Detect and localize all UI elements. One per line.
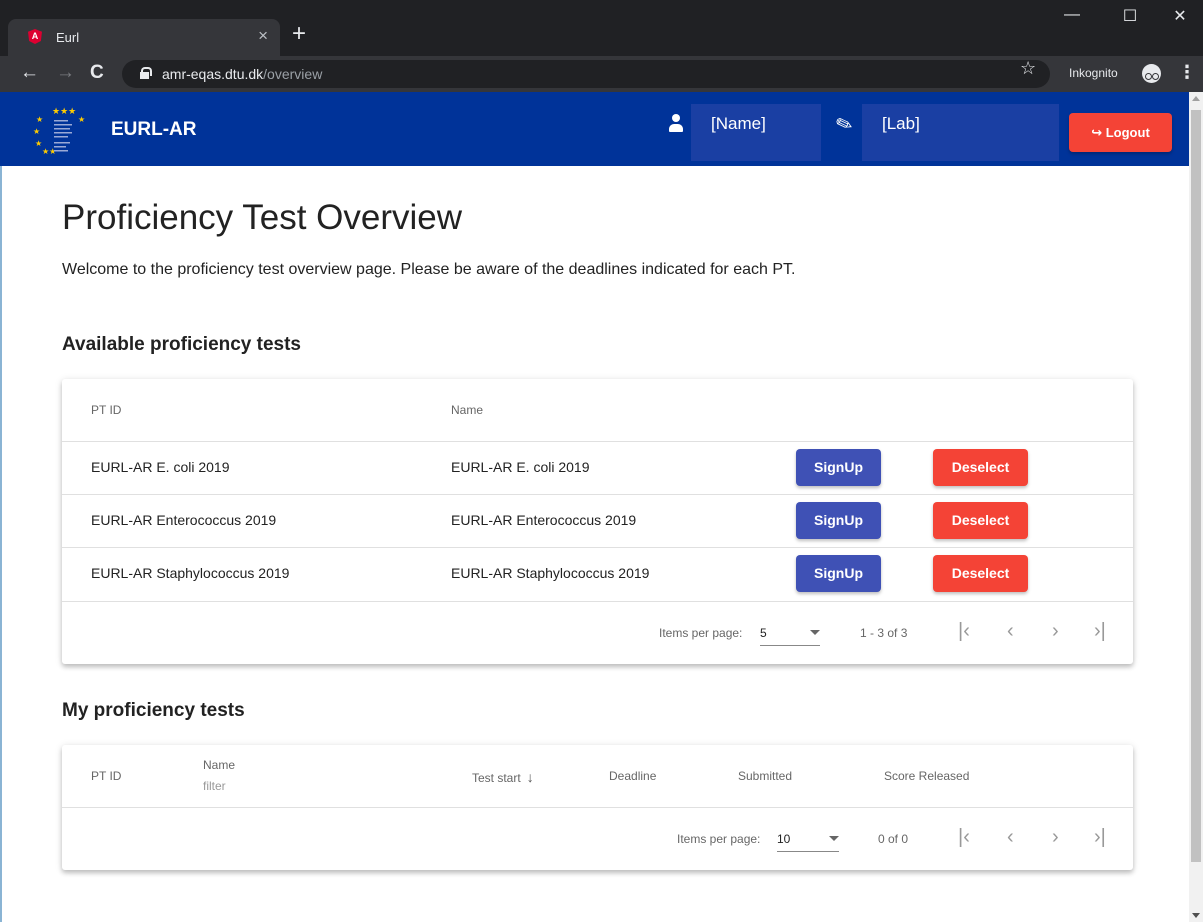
browser-tab[interactable]: A Eurl × <box>8 19 280 56</box>
window-maximize-button[interactable]: ☐ <box>1108 6 1152 26</box>
deselect-button[interactable]: Deselect <box>933 555 1028 592</box>
scroll-up-icon[interactable] <box>1192 96 1200 101</box>
table-row: EURL-AR Staphylococcus 2019 EURL-AR Stap… <box>62 547 1133 601</box>
lock-icon <box>140 67 152 79</box>
angular-favicon-icon: A <box>28 29 42 44</box>
column-header-pt-id[interactable]: PT ID <box>91 403 121 417</box>
web-page: ★★★ ★ ★ ★ ★ ★★ EURL-AR [Name] ✎ [Lab] ↪ … <box>0 92 1203 922</box>
incognito-icon[interactable] <box>1142 64 1161 83</box>
available-paginator: Items per page: 5 1 - 3 of 3 |‹ ‹ › ›| <box>62 601 1133 663</box>
window-close-button[interactable]: ✕ <box>1158 6 1202 26</box>
pt-id-cell: EURL-AR Staphylococcus 2019 <box>91 565 290 581</box>
logout-icon: ↪ <box>1091 125 1103 140</box>
name-cell: EURL-AR Staphylococcus 2019 <box>451 565 650 581</box>
chevron-down-icon <box>810 630 820 635</box>
brand-title: EURL-AR <box>111 119 197 140</box>
column-header-test-start[interactable]: Test start ↓ <box>472 769 534 785</box>
url-text: amr-eqas.dtu.dk/overview <box>162 66 323 82</box>
welcome-text: Welcome to the proficiency test overview… <box>62 261 796 278</box>
previous-page-icon[interactable]: ‹ <box>1007 826 1014 849</box>
svg-text:★: ★ <box>36 115 43 124</box>
name-cell: EURL-AR Enterococcus 2019 <box>451 512 637 528</box>
window-minimize-button[interactable]: — <box>1050 6 1094 24</box>
table-row: EURL-AR E. coli 2019 EURL-AR E. coli 201… <box>62 441 1133 494</box>
page-scrollbar[interactable] <box>1189 92 1203 922</box>
incognito-label: Inkognito <box>1069 66 1118 80</box>
page-left-edge <box>0 166 8 922</box>
last-page-icon[interactable]: ›| <box>1094 826 1106 849</box>
column-header-pt-id[interactable]: PT ID <box>91 769 121 783</box>
svg-text:★★★: ★★★ <box>52 107 76 117</box>
column-header-score-released[interactable]: Score Released <box>884 769 969 783</box>
tab-title: Eurl <box>56 30 80 45</box>
scrollbar-thumb[interactable] <box>1191 110 1201 862</box>
first-page-icon[interactable]: |‹ <box>958 826 970 849</box>
user-name-field[interactable]: [Name] <box>691 104 821 161</box>
column-header-name[interactable]: Name <box>451 403 483 417</box>
column-header-name[interactable]: Name <box>203 758 235 772</box>
user-icon <box>668 114 684 132</box>
page-range-label: 0 of 0 <box>878 832 909 846</box>
browser-tab-strip: A Eurl × + — ☐ ✕ <box>0 0 1203 56</box>
available-section-title: Available proficiency tests <box>62 334 302 355</box>
app-header: ★★★ ★ ★ ★ ★ ★★ EURL-AR [Name] ✎ [Lab] ↪ … <box>0 92 1189 166</box>
pt-id-cell: EURL-AR Enterococcus 2019 <box>91 512 277 528</box>
column-header-submitted[interactable]: Submitted <box>738 769 792 783</box>
table-row: EURL-AR Enterococcus 2019 EURL-AR Entero… <box>62 494 1133 547</box>
signup-button[interactable]: SignUp <box>796 449 881 486</box>
items-per-page-select[interactable]: 5 <box>760 622 820 646</box>
deselect-button[interactable]: Deselect <box>933 449 1028 486</box>
column-header-deadline[interactable]: Deadline <box>609 769 656 783</box>
new-tab-button[interactable]: + <box>292 22 306 46</box>
browser-menu-icon[interactable]: ⋮ <box>1178 62 1196 83</box>
items-per-page-select[interactable]: 10 <box>777 828 839 852</box>
eurl-logo-icon: ★★★ ★ ★ ★ ★ ★★ <box>33 107 85 156</box>
chevron-down-icon <box>829 836 839 841</box>
my-tests-table-card: PT ID Name filter Test start ↓ Deadline S… <box>62 745 1133 870</box>
first-page-icon[interactable]: |‹ <box>958 620 970 643</box>
pt-id-cell: EURL-AR E. coli 2019 <box>91 459 230 475</box>
browser-toolbar: ← → C amr-eqas.dtu.dk/overview ☆ Inkogni… <box>0 56 1203 92</box>
next-page-icon[interactable]: › <box>1052 826 1059 849</box>
forward-icon[interactable]: → <box>56 62 75 84</box>
signup-button[interactable]: SignUp <box>796 502 881 539</box>
page-title: Proficiency Test Overview <box>62 198 463 237</box>
svg-text:★: ★ <box>78 115 85 124</box>
sort-arrow-down-icon: ↓ <box>526 769 534 785</box>
lab-field[interactable]: [Lab] <box>862 104 1059 161</box>
items-per-page-label: Items per page: <box>659 626 743 640</box>
previous-page-icon[interactable]: ‹ <box>1007 620 1014 643</box>
last-page-icon[interactable]: ›| <box>1094 620 1106 643</box>
svg-text:★: ★ <box>33 127 40 136</box>
tab-close-icon[interactable]: × <box>258 26 268 46</box>
my-tests-section-title: My proficiency tests <box>62 700 245 721</box>
address-bar[interactable]: amr-eqas.dtu.dk/overview <box>122 60 1050 88</box>
name-filter-input[interactable]: filter <box>203 779 226 793</box>
deselect-button[interactable]: Deselect <box>933 502 1028 539</box>
back-icon[interactable]: ← <box>20 62 39 84</box>
signup-button[interactable]: SignUp <box>796 555 881 592</box>
logout-button[interactable]: ↪ Logout <box>1069 113 1172 152</box>
my-tests-paginator: Items per page: 10 0 of 0 |‹ ‹ › ›| <box>62 807 1133 869</box>
name-cell: EURL-AR E. coli 2019 <box>451 459 590 475</box>
pipette-icon: ✎ <box>832 111 857 139</box>
scroll-down-icon[interactable] <box>1192 913 1200 918</box>
next-page-icon[interactable]: › <box>1052 620 1059 643</box>
bookmark-star-icon[interactable]: ☆ <box>1020 58 1036 79</box>
available-table-card: PT ID Name EURL-AR E. coli 2019 EURL-AR … <box>62 379 1133 664</box>
items-per-page-label: Items per page: <box>677 832 761 846</box>
reload-icon[interactable]: C <box>90 62 104 84</box>
page-range-label: 1 - 3 of 3 <box>860 626 908 640</box>
